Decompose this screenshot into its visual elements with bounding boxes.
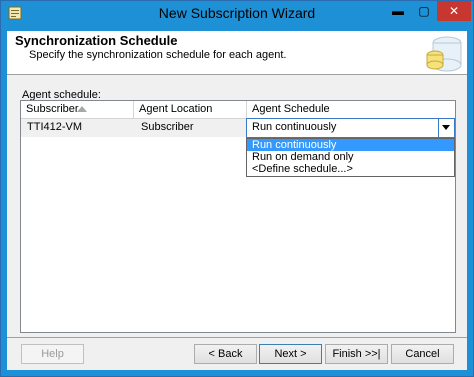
column-header-subscriber[interactable]: Subscriber [21, 101, 134, 119]
minimize-button[interactable]: ▬ [385, 1, 411, 21]
close-button[interactable]: ✕ [437, 1, 471, 21]
page-title: Synchronization Schedule [15, 33, 178, 48]
dropdown-option-run-on-demand[interactable]: Run on demand only [247, 151, 454, 163]
help-button[interactable]: Help [21, 344, 84, 364]
combobox-value: Run continuously [252, 121, 337, 133]
window-frame [467, 25, 473, 376]
page-subtitle: Specify the synchronization schedule for… [29, 49, 287, 61]
cell-subscriber: TTI412-VM [27, 121, 83, 133]
maximize-button[interactable]: ▢ [411, 1, 437, 21]
database-sync-icon [426, 36, 462, 72]
schedule-dropdown-list[interactable]: Run continuously Run on demand only <Def… [246, 138, 455, 177]
chevron-down-icon [442, 125, 450, 130]
column-header-agent-schedule[interactable]: Agent Schedule [247, 101, 455, 119]
wizard-window: New Subscription Wizard ▬ ▢ ✕ Synchroniz… [0, 0, 474, 377]
window-frame [1, 370, 473, 376]
agent-schedule-combobox[interactable]: Run continuously [246, 118, 455, 138]
dropdown-option-run-continuously[interactable]: Run continuously [247, 139, 454, 151]
cancel-button[interactable]: Cancel [391, 344, 454, 364]
cell-agent-location: Subscriber [141, 121, 194, 133]
column-header-label: Subscriber [26, 103, 79, 115]
sort-ascending-icon [77, 106, 87, 112]
grid-header: Subscriber Agent Location Agent Schedule [21, 101, 455, 119]
finish-button[interactable]: Finish >>| [325, 344, 388, 364]
agent-schedule-grid[interactable]: Subscriber Agent Location Agent Schedule… [20, 100, 456, 333]
back-button[interactable]: < Back [194, 344, 257, 364]
wizard-header: Synchronization Schedule Specify the syn… [7, 31, 467, 75]
column-header-agent-location[interactable]: Agent Location [134, 101, 247, 119]
title-bar[interactable]: New Subscription Wizard ▬ ▢ ✕ [1, 1, 473, 25]
next-button[interactable]: Next > [259, 344, 322, 364]
dropdown-button[interactable] [438, 119, 454, 137]
footer-separator [7, 337, 467, 338]
dropdown-option-define-schedule[interactable]: <Define schedule...> [247, 163, 454, 175]
window-frame [1, 25, 7, 376]
